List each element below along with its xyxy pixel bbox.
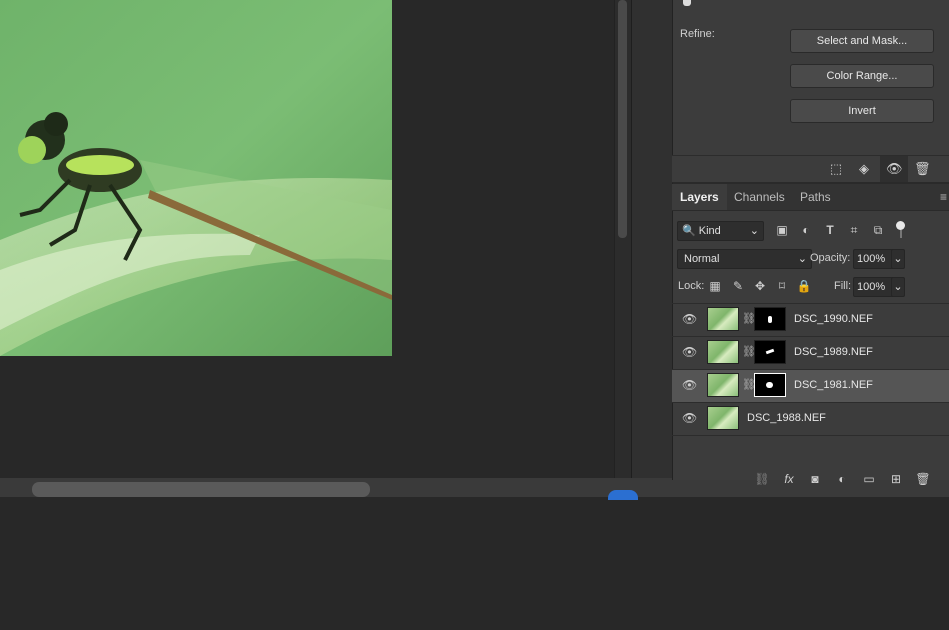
lock-brush-icon[interactable]: ✎: [730, 278, 746, 294]
filter-adjustment-icon[interactable]: ◐: [798, 222, 814, 238]
horizontal-scrollbar-thumb[interactable]: [32, 482, 370, 497]
tab-channels[interactable]: Channels: [726, 184, 793, 210]
filter-kind-select[interactable]: 🔍 Kind ⌄: [677, 221, 764, 241]
add-mask-icon[interactable]: ◙: [807, 472, 823, 486]
invert-button[interactable]: Invert: [790, 99, 934, 123]
opacity-label: Opacity:: [810, 252, 851, 264]
eye-icon[interactable]: [682, 616, 696, 630]
blend-mode-value: Normal: [684, 253, 720, 265]
marquee-icon[interactable]: ⬚: [828, 161, 844, 177]
layer-mask-thumbnail[interactable]: [754, 307, 786, 331]
vertical-scrollbar-thumb[interactable]: [618, 0, 627, 238]
lock-transparent-icon[interactable]: ▦: [707, 278, 723, 294]
tab-paths[interactable]: Paths: [792, 184, 839, 210]
document-image[interactable]: [0, 0, 392, 356]
lock-artboard-icon[interactable]: ⌑: [774, 278, 790, 294]
eye-icon[interactable]: 👁: [682, 345, 697, 359]
opacity-dropdown-icon[interactable]: ⌄: [891, 249, 905, 269]
tab-layers[interactable]: Layers: [672, 184, 727, 210]
lock-label: Lock:: [678, 280, 705, 292]
filter-smartobject-icon[interactable]: ⧉: [870, 222, 886, 238]
opacity-input[interactable]: 100%: [853, 249, 894, 269]
lock-all-icon[interactable]: 🔒: [796, 278, 812, 294]
mask-load-icon[interactable]: ◈: [856, 161, 872, 177]
filter-shape-icon[interactable]: ⌗: [846, 222, 862, 238]
layer-name[interactable]: DSC_1990.NEF: [794, 313, 873, 325]
filter-type-icon[interactable]: T: [822, 222, 838, 238]
trash-icon[interactable]: 🗑: [915, 472, 931, 486]
layer-mask-thumbnail[interactable]: [754, 340, 786, 364]
filter-toggle-icon[interactable]: [896, 221, 905, 230]
panel-menu-icon[interactable]: ≡: [940, 190, 947, 204]
select-and-mask-button[interactable]: Select and Mask...: [790, 29, 934, 53]
refine-label: Refine:: [680, 28, 715, 40]
fill-dropdown-icon[interactable]: ⌄: [891, 277, 905, 297]
eye-icon[interactable]: 👁: [682, 411, 697, 425]
dock-indicator: [608, 490, 638, 500]
layer-mask-thumbnail[interactable]: [754, 373, 786, 397]
fx-icon[interactable]: fx: [781, 472, 797, 486]
fill-input[interactable]: 100%: [853, 277, 894, 297]
filter-toggle-track: [900, 230, 902, 238]
adjustment-icon[interactable]: ◐: [834, 472, 850, 486]
filter-pixel-icon[interactable]: ▣: [774, 222, 790, 238]
search-icon: 🔍: [682, 225, 696, 237]
link-icon[interactable]: ⛓: [754, 472, 770, 486]
filter-kind-value: Kind: [698, 225, 721, 237]
panel-gutter: [631, 0, 672, 478]
layer-name[interactable]: DSC_1988.NEF: [747, 412, 826, 424]
blend-mode-select[interactable]: Normal ⌄: [677, 249, 812, 269]
color-range-button[interactable]: Color Range...: [790, 64, 934, 88]
chevron-down-icon: ⌄: [749, 225, 759, 237]
trash-icon[interactable]: 🗑: [914, 161, 931, 177]
layer-thumbnail[interactable]: [707, 373, 739, 397]
layer-name[interactable]: DSC_1989.NEF: [794, 346, 873, 358]
layer-name[interactable]: DSC_1981.NEF: [794, 379, 873, 391]
fill-label: Fill:: [834, 280, 852, 292]
eye-icon[interactable]: 👁: [886, 161, 903, 177]
lock-position-icon[interactable]: ✥: [752, 278, 768, 294]
layer-thumbnail[interactable]: [707, 340, 739, 364]
eye-icon[interactable]: 👁: [682, 378, 697, 392]
new-layer-icon[interactable]: ⊞: [888, 472, 904, 486]
layer-thumbnail[interactable]: [707, 406, 739, 430]
chevron-down-icon: ⌄: [797, 253, 807, 265]
properties-indicator: [683, 0, 691, 6]
layer-thumbnail[interactable]: [707, 307, 739, 331]
folder-icon[interactable]: ▭: [861, 472, 877, 486]
eye-icon[interactable]: 👁: [682, 312, 697, 326]
